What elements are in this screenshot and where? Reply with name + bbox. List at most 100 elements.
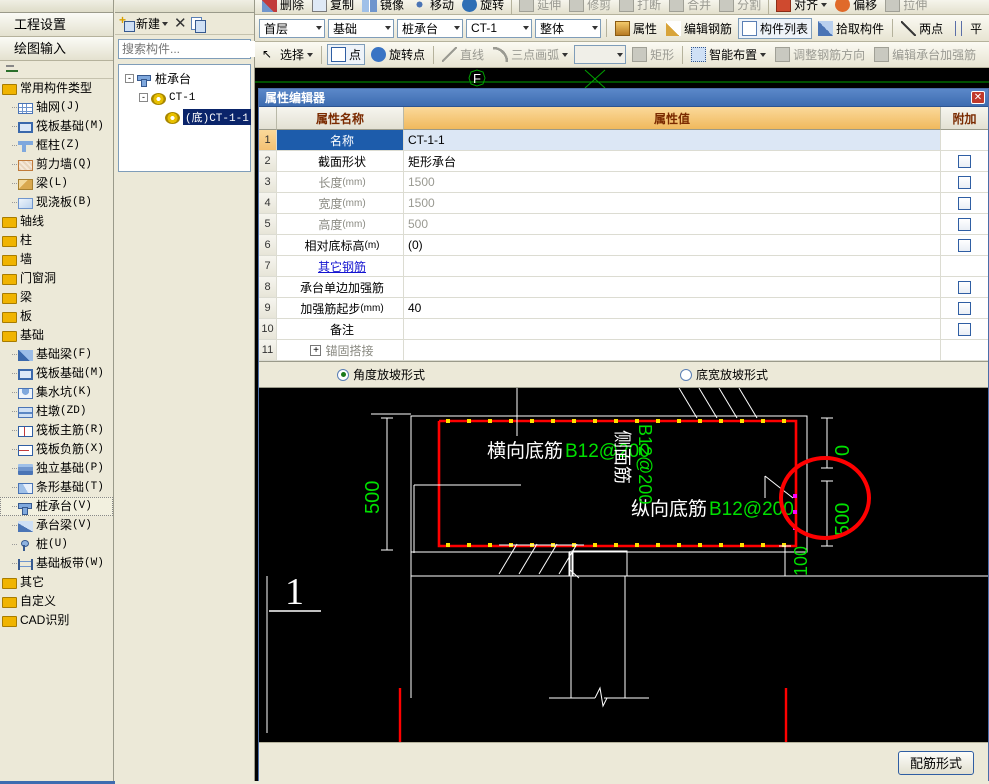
property-row[interactable]: 10 备注 <box>259 319 988 340</box>
draw-toolbar-row[interactable]: ↖ 选择 点 旋转点 直线 三点画弧 矩形 智能布置 调整钢筋方向 编辑承台加强筋 <box>255 42 989 68</box>
sidebar-item-10[interactable]: 门窗洞 <box>0 269 113 288</box>
sidebar-item-2[interactable]: 筏板基础 (M) <box>0 117 113 136</box>
property-row[interactable]: 11 + 锚固搭接 <box>259 340 988 361</box>
sidebar-item-23[interactable]: 承台梁 (V) <box>0 516 113 535</box>
attach-checkbox[interactable] <box>958 154 971 168</box>
sidebar-item-7[interactable]: 轴线 <box>0 212 113 231</box>
toolbar-button-移动[interactable]: 移动 <box>409 0 457 14</box>
property-attach-cell[interactable] <box>941 319 988 339</box>
close-icon[interactable]: ✕ <box>971 91 985 104</box>
property-value-cell[interactable]: 1500 <box>404 193 941 213</box>
toolbar-button-智能布置[interactable]: 智能布置 <box>688 45 769 64</box>
property-value-cell[interactable] <box>404 319 941 339</box>
collapse-icon[interactable]: - <box>139 93 148 102</box>
property-table[interactable]: 属性名称 属性值 附加 1 名称 CT-1-1 2 截面形状 矩形承台 3 长度 (mm) 150… <box>259 107 988 362</box>
sidebar-item-20[interactable]: 独立基础 (P) <box>0 459 113 478</box>
property-name-cell[interactable]: 名称 <box>277 130 404 150</box>
sidebar-item-16[interactable]: 集水坑 (K) <box>0 383 113 402</box>
toolbar-button-点[interactable]: 点 <box>327 44 366 65</box>
property-row[interactable]: 9 加强筋起步 (mm) 40 <box>259 298 988 319</box>
view-mode-select[interactable]: 整体 <box>535 18 601 38</box>
shape-select[interactable] <box>574 45 627 64</box>
property-attach-cell[interactable] <box>941 256 988 276</box>
attach-checkbox[interactable] <box>958 280 971 294</box>
property-rows[interactable]: 1 名称 CT-1-1 2 截面形状 矩形承台 3 长度 (mm) 1500 4 宽度 (mm) 1500… <box>259 130 988 361</box>
property-row[interactable]: 7 其它钢筋 <box>259 256 988 277</box>
component-type-tree[interactable]: 常用构件类型 轴网 (J) 筏板基础 (M) 框柱 (Z) 剪力墙 (Q) 梁 (L) 现浇板 (B) 轴… <box>0 79 113 630</box>
component-tree-item-2[interactable]: (底)CT-1-1 <box>121 107 251 126</box>
property-editor-titlebar[interactable]: 属性编辑器 ✕ <box>259 89 988 107</box>
new-component-button[interactable]: 新建 <box>118 13 170 33</box>
sidebar-item-19[interactable]: 筏板负筋 (X) <box>0 440 113 459</box>
sidebar-item-15[interactable]: 筏板基础 (M) <box>0 364 113 383</box>
chevron-down-icon[interactable] <box>562 52 569 57</box>
property-name-cell[interactable]: 加强筋起步 (mm) <box>277 298 404 318</box>
property-value-cell[interactable] <box>404 256 941 276</box>
toolbar-button-旋转点[interactable]: 旋转点 <box>368 45 428 64</box>
collapse-icon[interactable]: - <box>125 74 134 83</box>
sidebar-item-6[interactable]: 现浇板 (B) <box>0 193 113 212</box>
component-select[interactable]: CT-1 <box>466 18 532 38</box>
chevron-down-icon[interactable] <box>523 26 529 30</box>
sidebar-item-27[interactable]: 自定义 <box>0 592 113 611</box>
sidebar-item-28[interactable]: CAD识别 <box>0 611 113 630</box>
toolbar-button-复制[interactable]: 复制 <box>309 0 357 14</box>
attach-checkbox[interactable] <box>958 238 971 252</box>
sidebar-item-17[interactable]: 柱墩 (ZD) <box>0 402 113 421</box>
toolbar-button-拾取构件[interactable]: 拾取构件 <box>815 19 887 38</box>
property-row[interactable]: 3 长度 (mm) 1500 <box>259 172 988 193</box>
slope-angle-radio[interactable]: 角度放坡形式 <box>337 366 425 383</box>
rebar-form-button[interactable]: 配筋形式 <box>898 750 974 775</box>
property-attach-cell[interactable] <box>941 130 988 150</box>
chevron-down-icon[interactable] <box>760 52 767 57</box>
property-row[interactable]: 6 相对底标高 (m) (0) <box>259 235 988 256</box>
attach-checkbox[interactable] <box>958 175 971 189</box>
attach-checkbox[interactable] <box>958 301 971 315</box>
toolbar-button-编辑钢筋[interactable]: 编辑钢筋 <box>663 19 735 38</box>
sidebar-item-5[interactable]: 梁 (L) <box>0 174 113 193</box>
toolbar-button-构件列表[interactable]: 构件列表 <box>738 17 813 39</box>
property-name-cell[interactable]: 宽度 (mm) <box>277 193 404 213</box>
property-name-cell[interactable]: 备注 <box>277 319 404 339</box>
project-settings-button[interactable]: 工程设置 <box>0 13 113 37</box>
property-value-cell[interactable]: CT-1-1 <box>404 130 941 150</box>
component-tree-item-0[interactable]: - 桩承台 <box>121 69 248 88</box>
toolbar-button-对齐[interactable]: 对齐 <box>773 0 830 14</box>
sidebar-item-14[interactable]: 基础梁 (F) <box>0 345 113 364</box>
property-value-cell[interactable]: 矩形承台 <box>404 151 941 171</box>
property-name-cell[interactable]: 高度 (mm) <box>277 214 404 234</box>
component-type-select[interactable]: 桩承台 <box>397 18 463 38</box>
toolbar-button-镜像[interactable]: 镜像 <box>359 0 407 14</box>
property-name-cell[interactable]: 其它钢筋 <box>277 256 404 276</box>
sidebar-item-13[interactable]: 基础 <box>0 326 113 345</box>
sidebar-item-18[interactable]: 筏板主筋 (R) <box>0 421 113 440</box>
property-value-cell[interactable]: 1500 <box>404 172 941 192</box>
expand-icon[interactable]: + <box>310 344 322 356</box>
sidebar-item-12[interactable]: 板 <box>0 307 113 326</box>
sidebar-item-25[interactable]: 基础板带 (W) <box>0 554 113 573</box>
property-value-cell[interactable] <box>404 340 941 360</box>
copy-component-button[interactable] <box>190 16 206 33</box>
attach-checkbox[interactable] <box>958 196 971 210</box>
property-attach-cell[interactable] <box>941 340 988 360</box>
property-value-cell[interactable]: 40 <box>404 298 941 318</box>
floor-select[interactable]: 首层 <box>259 18 325 38</box>
sidebar-item-24[interactable]: 桩 (U) <box>0 535 113 554</box>
toolbar-button-平[interactable]: 平 <box>949 19 985 38</box>
property-attach-cell[interactable] <box>941 214 988 234</box>
component-tree-item-1[interactable]: - CT-1 <box>121 88 248 107</box>
property-attach-cell[interactable] <box>941 193 988 213</box>
chevron-down-icon[interactable] <box>454 26 460 30</box>
property-attach-cell[interactable] <box>941 235 988 255</box>
chevron-down-icon[interactable] <box>316 26 322 30</box>
sidebar-item-26[interactable]: 其它 <box>0 573 113 592</box>
sidebar-item-22[interactable]: 桩承台 (V) <box>0 497 113 516</box>
context-toolbar-row[interactable]: 首层 基础 桩承台 CT-1 整体 属性 编辑钢筋 构件列表 拾取构件 两点 平 <box>255 15 989 42</box>
slope-form-radio-group[interactable]: 角度放坡形式 底宽放坡形式 <box>259 362 988 389</box>
property-value-cell[interactable]: (0) <box>404 235 941 255</box>
chevron-down-icon[interactable] <box>617 52 624 57</box>
toolbar-button-旋转[interactable]: 旋转 <box>459 0 507 14</box>
chevron-down-icon[interactable] <box>307 52 314 57</box>
attach-checkbox[interactable] <box>958 322 971 336</box>
sidebar-item-4[interactable]: 剪力墙 (Q) <box>0 155 113 174</box>
